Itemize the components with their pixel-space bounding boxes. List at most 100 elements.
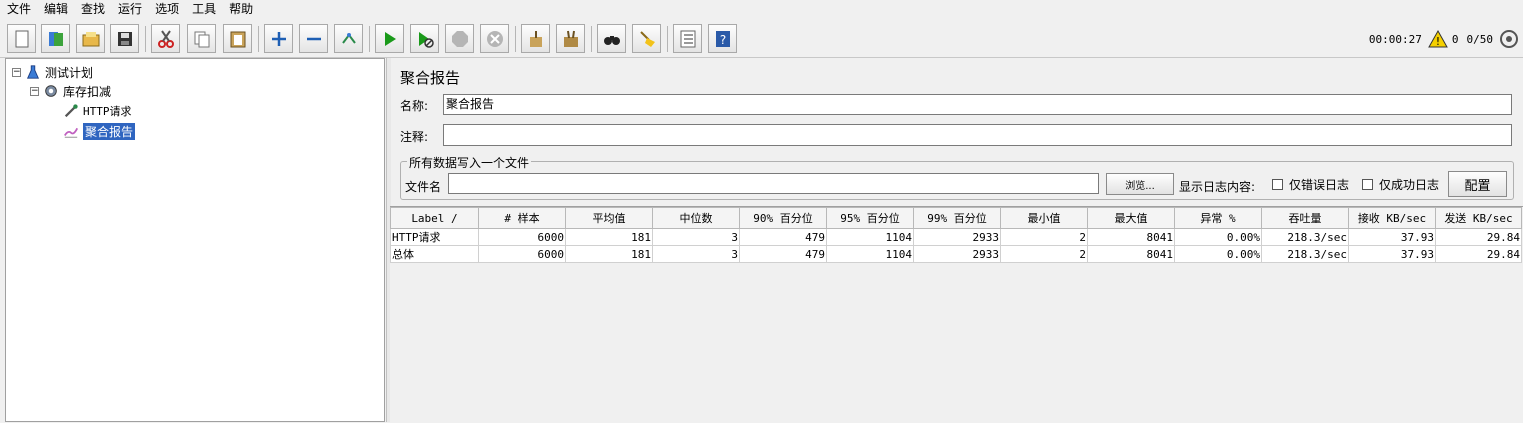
open-icon xyxy=(82,31,99,46)
table-cell: 37.93 xyxy=(1348,228,1436,246)
table-cell: HTTP请求 xyxy=(390,228,479,246)
help-button[interactable]: ? xyxy=(708,24,737,53)
paste-button[interactable] xyxy=(223,24,252,53)
tree-node-http-request[interactable]: HTTP请求 xyxy=(62,102,132,120)
table-cell: 2933 xyxy=(913,228,1001,246)
panel-title: 聚合报告 xyxy=(400,69,461,87)
column-header[interactable]: 平均值 xyxy=(565,207,653,229)
clear-button[interactable] xyxy=(521,24,550,53)
tree-node-label: 聚合报告 xyxy=(83,122,136,140)
menu-bar: 文件 编辑 查找 运行 选项 工具 帮助 xyxy=(0,0,1523,19)
column-header[interactable]: 发送 KB/sec xyxy=(1435,207,1522,229)
function-helper-button[interactable] xyxy=(673,24,702,53)
column-header[interactable]: 异常 % xyxy=(1174,207,1262,229)
paste-icon xyxy=(230,31,245,47)
expand-button[interactable] xyxy=(264,24,293,53)
checkbox-box[interactable] xyxy=(1362,179,1373,190)
copy-button[interactable] xyxy=(187,24,216,53)
search-button[interactable] xyxy=(597,24,626,53)
collapse-button[interactable] xyxy=(299,24,328,53)
menu-help[interactable]: 帮助 xyxy=(222,0,259,19)
table-cell: 1104 xyxy=(826,245,914,263)
new-button[interactable] xyxy=(7,24,36,53)
write-results-group: 所有数据写入一个文件 文件名 浏览... 显示日志内容: 仅错误日志 仅成功日志… xyxy=(400,154,1514,200)
menu-options[interactable]: 选项 xyxy=(148,0,185,19)
save-button[interactable] xyxy=(110,24,139,53)
start-no-pause-button[interactable] xyxy=(410,24,439,53)
table-cell: 1104 xyxy=(826,228,914,246)
table-cell: 181 xyxy=(565,245,653,263)
svg-text:?: ? xyxy=(719,33,725,47)
templates-button[interactable] xyxy=(41,24,70,53)
toggle-button[interactable] xyxy=(334,24,363,53)
column-header[interactable]: # 样本 xyxy=(478,207,566,229)
name-label: 名称: xyxy=(400,99,429,113)
column-header[interactable]: 95% 百分位 xyxy=(826,207,914,229)
column-header[interactable]: 90% 百分位 xyxy=(739,207,827,229)
table-cell: 6000 xyxy=(478,228,566,246)
collapse-toggle[interactable]: − xyxy=(30,86,39,96)
reset-search-button[interactable] xyxy=(632,24,661,53)
table-cell: 37.93 xyxy=(1348,245,1436,263)
column-header[interactable]: 最小值 xyxy=(1000,207,1088,229)
table-cell: 29.84 xyxy=(1435,228,1522,246)
cut-icon xyxy=(157,29,174,48)
column-header[interactable]: 99% 百分位 xyxy=(913,207,1001,229)
start-icon xyxy=(384,31,396,46)
menu-file[interactable]: 文件 xyxy=(0,0,37,19)
menu-search[interactable]: 查找 xyxy=(74,0,111,19)
flask-icon xyxy=(24,63,42,81)
success-only-checkbox[interactable]: 仅成功日志 xyxy=(1362,176,1439,193)
table-row[interactable]: HTTP请求 6000 181 3 479 1104 2933 2 8041 0… xyxy=(390,228,1522,246)
test-plan-tree: − 测试计划 − 库存扣减 HTTP请求 聚合报告 xyxy=(5,58,385,422)
shutdown-button[interactable] xyxy=(480,24,509,53)
table-cell: 3 xyxy=(652,228,740,246)
open-button[interactable] xyxy=(76,24,105,53)
remote-status-icon xyxy=(1500,30,1518,48)
comment-input[interactable] xyxy=(443,124,1512,146)
column-header[interactable]: 中位数 xyxy=(652,207,740,229)
group-title: 所有数据写入一个文件 xyxy=(407,154,532,171)
errors-only-checkbox[interactable]: 仅错误日志 xyxy=(1272,176,1349,193)
table-cell: 总体 xyxy=(390,245,479,263)
filename-input[interactable] xyxy=(448,173,1099,194)
menu-run[interactable]: 运行 xyxy=(111,0,148,19)
report-chart-icon xyxy=(62,122,80,140)
start-button[interactable] xyxy=(375,24,404,53)
tree-node-thread-group[interactable]: − 库存扣减 xyxy=(30,82,111,100)
thread-count: 0/50 xyxy=(1466,32,1494,46)
configure-button[interactable]: 配置 xyxy=(1448,171,1507,197)
column-header[interactable]: 吞吐量 xyxy=(1261,207,1349,229)
menu-edit[interactable]: 编辑 xyxy=(37,0,74,19)
toolbar-separator xyxy=(145,26,146,52)
collapse-toggle[interactable]: − xyxy=(12,67,21,77)
browse-button[interactable]: 浏览... xyxy=(1106,173,1174,195)
table-cell: 2933 xyxy=(913,245,1001,263)
tree-node-test-plan[interactable]: − 测试计划 xyxy=(12,63,93,81)
checkbox-box[interactable] xyxy=(1272,179,1283,190)
warning-icon[interactable]: ! xyxy=(1428,29,1448,49)
column-header[interactable]: Label ∕ xyxy=(390,207,479,229)
clear-all-button[interactable] xyxy=(556,24,585,53)
cut-button[interactable] xyxy=(151,24,180,53)
table-cell: 8041 xyxy=(1087,245,1175,263)
tree-node-aggregate-report[interactable]: 聚合报告 xyxy=(62,122,136,140)
clear-icon xyxy=(529,30,542,47)
log-content-label: 显示日志内容: xyxy=(1179,180,1256,194)
table-cell: 3 xyxy=(652,245,740,263)
pipette-icon xyxy=(62,102,80,120)
table-cell: 218.3/sec xyxy=(1261,245,1349,263)
menu-tools[interactable]: 工具 xyxy=(185,0,222,19)
table-cell: 0.00% xyxy=(1174,245,1262,263)
templates-icon xyxy=(48,31,63,46)
name-input[interactable]: 聚合报告 xyxy=(443,94,1512,115)
table-row[interactable]: 总体 6000 181 3 479 1104 2933 2 8041 0.00%… xyxy=(390,245,1522,263)
column-header[interactable]: 接收 KB/sec xyxy=(1348,207,1436,229)
toggle-icon xyxy=(341,32,356,44)
toolbar: ? xyxy=(0,21,1523,58)
table-cell: 29.84 xyxy=(1435,245,1522,263)
stop-button[interactable] xyxy=(445,24,474,53)
warning-count: 0 xyxy=(1451,32,1459,46)
column-header[interactable]: 最大值 xyxy=(1087,207,1175,229)
help-icon: ? xyxy=(715,30,730,47)
